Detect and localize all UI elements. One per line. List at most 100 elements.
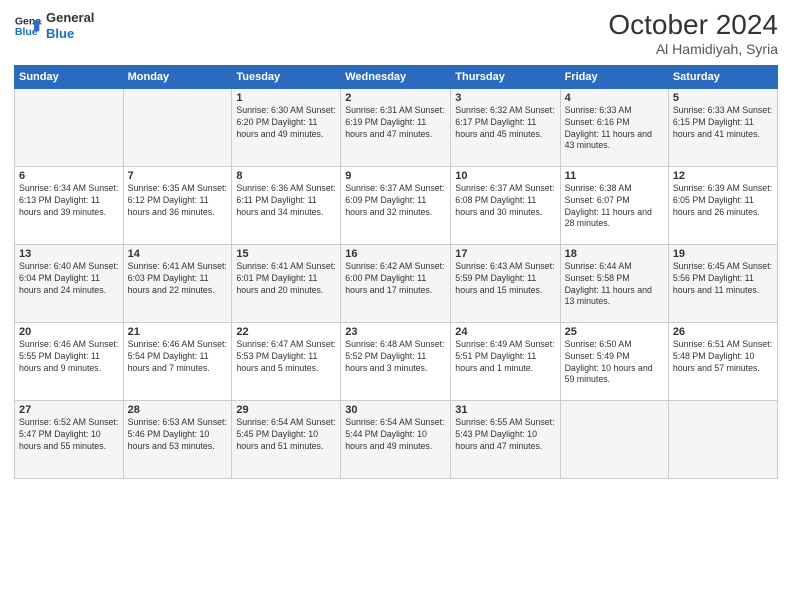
day-info: Sunrise: 6:34 AM Sunset: 6:13 PM Dayligh… bbox=[19, 183, 119, 219]
table-row: 7Sunrise: 6:35 AM Sunset: 6:12 PM Daylig… bbox=[123, 166, 232, 244]
day-number: 5 bbox=[673, 92, 773, 104]
table-row: 18Sunrise: 6:44 AM Sunset: 5:58 PM Dayli… bbox=[560, 244, 668, 322]
day-info: Sunrise: 6:50 AM Sunset: 5:49 PM Dayligh… bbox=[565, 339, 664, 387]
day-number: 9 bbox=[345, 170, 446, 182]
day-info: Sunrise: 6:38 AM Sunset: 6:07 PM Dayligh… bbox=[565, 183, 664, 231]
table-row: 22Sunrise: 6:47 AM Sunset: 5:53 PM Dayli… bbox=[232, 322, 341, 400]
day-number: 13 bbox=[19, 248, 119, 260]
day-info: Sunrise: 6:33 AM Sunset: 6:16 PM Dayligh… bbox=[565, 105, 664, 153]
col-sunday: Sunday bbox=[15, 65, 124, 88]
day-info: Sunrise: 6:36 AM Sunset: 6:11 PM Dayligh… bbox=[236, 183, 336, 219]
title-block: October 2024 Al Hamidiyah, Syria bbox=[608, 10, 778, 57]
day-info: Sunrise: 6:54 AM Sunset: 5:44 PM Dayligh… bbox=[345, 417, 446, 453]
day-number: 30 bbox=[345, 404, 446, 416]
table-row: 12Sunrise: 6:39 AM Sunset: 6:05 PM Dayli… bbox=[668, 166, 777, 244]
table-row: 24Sunrise: 6:49 AM Sunset: 5:51 PM Dayli… bbox=[451, 322, 560, 400]
day-number: 7 bbox=[128, 170, 228, 182]
day-number: 18 bbox=[565, 248, 664, 260]
calendar-week-row: 27Sunrise: 6:52 AM Sunset: 5:47 PM Dayli… bbox=[15, 400, 778, 478]
day-number: 24 bbox=[455, 326, 555, 338]
day-info: Sunrise: 6:40 AM Sunset: 6:04 PM Dayligh… bbox=[19, 261, 119, 297]
day-info: Sunrise: 6:48 AM Sunset: 5:52 PM Dayligh… bbox=[345, 339, 446, 375]
table-row: 14Sunrise: 6:41 AM Sunset: 6:03 PM Dayli… bbox=[123, 244, 232, 322]
day-number: 6 bbox=[19, 170, 119, 182]
day-info: Sunrise: 6:51 AM Sunset: 5:48 PM Dayligh… bbox=[673, 339, 773, 375]
logo-text: General Blue bbox=[46, 10, 94, 41]
table-row: 21Sunrise: 6:46 AM Sunset: 5:54 PM Dayli… bbox=[123, 322, 232, 400]
col-friday: Friday bbox=[560, 65, 668, 88]
table-row: 10Sunrise: 6:37 AM Sunset: 6:08 PM Dayli… bbox=[451, 166, 560, 244]
table-row bbox=[560, 400, 668, 478]
logo-icon: General Blue bbox=[14, 12, 42, 40]
day-info: Sunrise: 6:32 AM Sunset: 6:17 PM Dayligh… bbox=[455, 105, 555, 141]
day-info: Sunrise: 6:41 AM Sunset: 6:01 PM Dayligh… bbox=[236, 261, 336, 297]
calendar-week-row: 13Sunrise: 6:40 AM Sunset: 6:04 PM Dayli… bbox=[15, 244, 778, 322]
calendar-header-row: Sunday Monday Tuesday Wednesday Thursday… bbox=[15, 65, 778, 88]
day-number: 17 bbox=[455, 248, 555, 260]
table-row: 25Sunrise: 6:50 AM Sunset: 5:49 PM Dayli… bbox=[560, 322, 668, 400]
day-number: 15 bbox=[236, 248, 336, 260]
day-number: 1 bbox=[236, 92, 336, 104]
day-info: Sunrise: 6:43 AM Sunset: 5:59 PM Dayligh… bbox=[455, 261, 555, 297]
day-number: 16 bbox=[345, 248, 446, 260]
day-info: Sunrise: 6:46 AM Sunset: 5:55 PM Dayligh… bbox=[19, 339, 119, 375]
day-info: Sunrise: 6:31 AM Sunset: 6:19 PM Dayligh… bbox=[345, 105, 446, 141]
table-row: 5Sunrise: 6:33 AM Sunset: 6:15 PM Daylig… bbox=[668, 88, 777, 166]
table-row: 13Sunrise: 6:40 AM Sunset: 6:04 PM Dayli… bbox=[15, 244, 124, 322]
day-info: Sunrise: 6:37 AM Sunset: 6:08 PM Dayligh… bbox=[455, 183, 555, 219]
day-number: 4 bbox=[565, 92, 664, 104]
day-info: Sunrise: 6:44 AM Sunset: 5:58 PM Dayligh… bbox=[565, 261, 664, 309]
day-number: 31 bbox=[455, 404, 555, 416]
day-info: Sunrise: 6:54 AM Sunset: 5:45 PM Dayligh… bbox=[236, 417, 336, 453]
table-row: 6Sunrise: 6:34 AM Sunset: 6:13 PM Daylig… bbox=[15, 166, 124, 244]
day-info: Sunrise: 6:41 AM Sunset: 6:03 PM Dayligh… bbox=[128, 261, 228, 297]
day-number: 8 bbox=[236, 170, 336, 182]
day-number: 26 bbox=[673, 326, 773, 338]
table-row: 17Sunrise: 6:43 AM Sunset: 5:59 PM Dayli… bbox=[451, 244, 560, 322]
table-row: 11Sunrise: 6:38 AM Sunset: 6:07 PM Dayli… bbox=[560, 166, 668, 244]
day-info: Sunrise: 6:46 AM Sunset: 5:54 PM Dayligh… bbox=[128, 339, 228, 375]
table-row bbox=[123, 88, 232, 166]
col-tuesday: Tuesday bbox=[232, 65, 341, 88]
day-info: Sunrise: 6:42 AM Sunset: 6:00 PM Dayligh… bbox=[345, 261, 446, 297]
table-row: 27Sunrise: 6:52 AM Sunset: 5:47 PM Dayli… bbox=[15, 400, 124, 478]
day-info: Sunrise: 6:35 AM Sunset: 6:12 PM Dayligh… bbox=[128, 183, 228, 219]
table-row: 2Sunrise: 6:31 AM Sunset: 6:19 PM Daylig… bbox=[341, 88, 451, 166]
day-number: 25 bbox=[565, 326, 664, 338]
calendar-week-row: 6Sunrise: 6:34 AM Sunset: 6:13 PM Daylig… bbox=[15, 166, 778, 244]
day-number: 23 bbox=[345, 326, 446, 338]
day-info: Sunrise: 6:45 AM Sunset: 5:56 PM Dayligh… bbox=[673, 261, 773, 297]
table-row: 1Sunrise: 6:30 AM Sunset: 6:20 PM Daylig… bbox=[232, 88, 341, 166]
day-info: Sunrise: 6:47 AM Sunset: 5:53 PM Dayligh… bbox=[236, 339, 336, 375]
table-row: 20Sunrise: 6:46 AM Sunset: 5:55 PM Dayli… bbox=[15, 322, 124, 400]
day-info: Sunrise: 6:30 AM Sunset: 6:20 PM Dayligh… bbox=[236, 105, 336, 141]
table-row bbox=[668, 400, 777, 478]
day-number: 3 bbox=[455, 92, 555, 104]
day-number: 14 bbox=[128, 248, 228, 260]
day-info: Sunrise: 6:53 AM Sunset: 5:46 PM Dayligh… bbox=[128, 417, 228, 453]
table-row: 3Sunrise: 6:32 AM Sunset: 6:17 PM Daylig… bbox=[451, 88, 560, 166]
logo: General Blue General Blue bbox=[14, 10, 94, 41]
calendar-title: October 2024 bbox=[608, 10, 778, 41]
table-row: 15Sunrise: 6:41 AM Sunset: 6:01 PM Dayli… bbox=[232, 244, 341, 322]
day-number: 12 bbox=[673, 170, 773, 182]
day-number: 28 bbox=[128, 404, 228, 416]
day-info: Sunrise: 6:39 AM Sunset: 6:05 PM Dayligh… bbox=[673, 183, 773, 219]
table-row: 29Sunrise: 6:54 AM Sunset: 5:45 PM Dayli… bbox=[232, 400, 341, 478]
page-header: General Blue General Blue October 2024 A… bbox=[14, 10, 778, 57]
table-row: 19Sunrise: 6:45 AM Sunset: 5:56 PM Dayli… bbox=[668, 244, 777, 322]
day-number: 29 bbox=[236, 404, 336, 416]
calendar-week-row: 1Sunrise: 6:30 AM Sunset: 6:20 PM Daylig… bbox=[15, 88, 778, 166]
day-number: 10 bbox=[455, 170, 555, 182]
table-row: 9Sunrise: 6:37 AM Sunset: 6:09 PM Daylig… bbox=[341, 166, 451, 244]
calendar-table: Sunday Monday Tuesday Wednesday Thursday… bbox=[14, 65, 778, 479]
day-number: 11 bbox=[565, 170, 664, 182]
table-row: 16Sunrise: 6:42 AM Sunset: 6:00 PM Dayli… bbox=[341, 244, 451, 322]
day-info: Sunrise: 6:52 AM Sunset: 5:47 PM Dayligh… bbox=[19, 417, 119, 453]
day-number: 21 bbox=[128, 326, 228, 338]
table-row: 23Sunrise: 6:48 AM Sunset: 5:52 PM Dayli… bbox=[341, 322, 451, 400]
day-number: 27 bbox=[19, 404, 119, 416]
table-row: 31Sunrise: 6:55 AM Sunset: 5:43 PM Dayli… bbox=[451, 400, 560, 478]
table-row bbox=[15, 88, 124, 166]
calendar-week-row: 20Sunrise: 6:46 AM Sunset: 5:55 PM Dayli… bbox=[15, 322, 778, 400]
